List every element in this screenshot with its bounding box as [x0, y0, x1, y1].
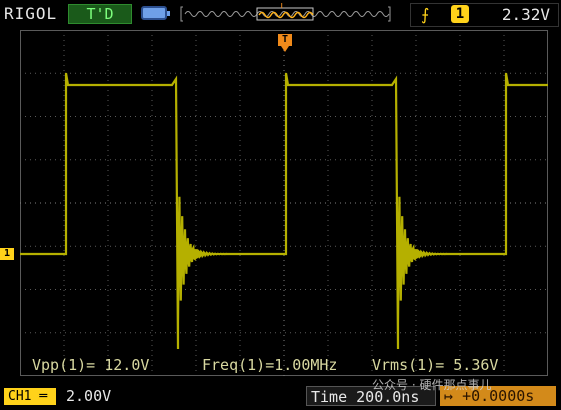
memory-map-indicator: T — [180, 3, 391, 22]
run-status-badge[interactable]: T'D — [68, 4, 132, 24]
measurement-vrms: Vrms(1)= 5.36V — [372, 356, 499, 374]
dc-coupling-icon: ═ — [39, 389, 48, 404]
ch1-ground-marker-label: 1 — [3, 248, 11, 259]
channel-label: CH1 — [8, 389, 32, 404]
trigger-position-marker: T — [279, 3, 285, 11]
memory-depth-icon — [141, 6, 170, 20]
brand-label: RIGOL — [4, 4, 58, 23]
trigger-level: 2.32V — [501, 5, 550, 24]
watermark-text: 公众号 · 硬件那点事儿 — [372, 378, 492, 392]
trigger-status-box[interactable]: ⨍ 1 2.32V — [410, 3, 559, 27]
measurement-freq: Freq(1)=1.00MHz — [202, 356, 338, 374]
ch1-ground-marker[interactable]: 1 — [0, 248, 14, 260]
top-status-bar: RIGOL T'D T ⨍ 1 2.32V — [0, 0, 561, 28]
graticule — [20, 30, 548, 376]
waveform-display[interactable] — [20, 30, 548, 376]
channel-1-badge[interactable]: CH1 ═ — [4, 388, 56, 405]
volts-per-div[interactable]: 2.00V — [66, 387, 111, 405]
rising-edge-icon: ⨍ — [421, 5, 430, 24]
trigger-source-badge: 1 — [451, 5, 469, 23]
measurement-vpp: Vpp(1)= 12.0V — [32, 356, 150, 374]
trigger-time-marker-label: T — [281, 34, 289, 45]
trigger-time-marker[interactable]: T — [278, 34, 292, 46]
trigger-arrow-icon — [281, 46, 289, 52]
